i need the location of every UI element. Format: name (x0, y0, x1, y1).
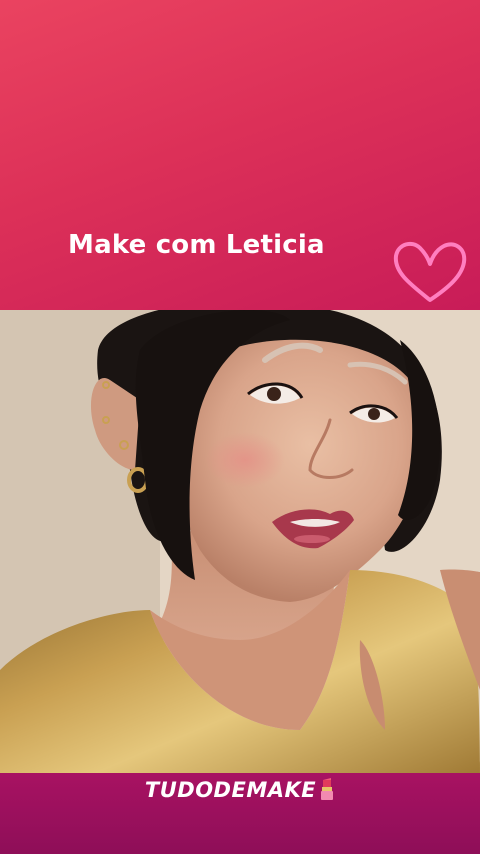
right-iris (368, 408, 380, 420)
video-frame[interactable] (0, 310, 480, 773)
brand-label: TUDODEMAKE (0, 778, 480, 802)
lip-gloss (294, 535, 330, 543)
top-banner: Make com Leticia (0, 0, 480, 310)
portrait-illustration (0, 310, 480, 773)
brand-text: TUDODEMAKE (144, 778, 317, 802)
story-page: Make com Leticia TUDODEMAKE (0, 0, 480, 854)
bottom-banner: TUDODEMAKE (0, 773, 480, 854)
blush (205, 432, 285, 488)
heart-outline-icon (393, 241, 467, 302)
page-title: Make com Leticia (68, 230, 325, 260)
lipstick-icon (321, 778, 334, 800)
left-iris (267, 387, 281, 401)
